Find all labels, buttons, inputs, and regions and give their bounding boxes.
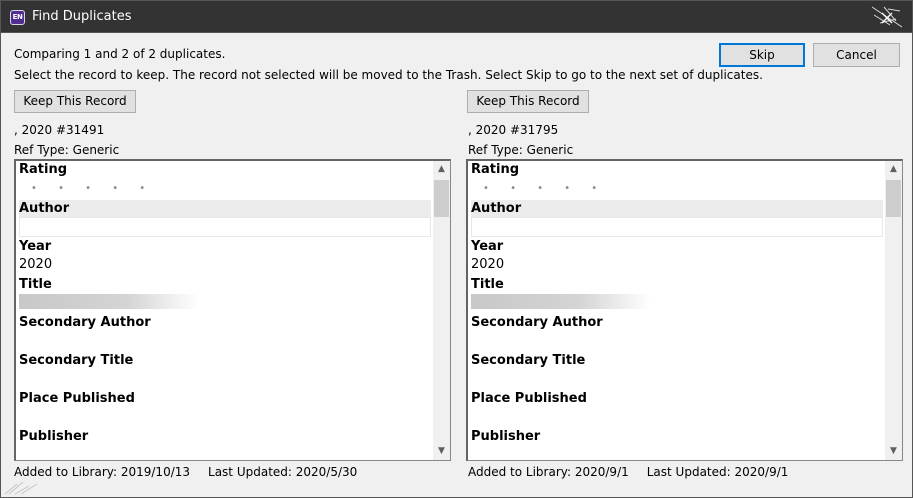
author-header-band (471, 200, 883, 217)
author-field[interactable] (19, 217, 431, 237)
chevron-up-icon[interactable]: ▲ (885, 161, 902, 178)
title-bar: EN Find Duplicates (0, 0, 913, 33)
record-fields-box[interactable]: Rating • • • • • Author Year 2020 Title … (466, 159, 903, 461)
title-value-redacted[interactable] (471, 294, 651, 309)
rating-label: Rating (19, 162, 68, 177)
publisher-label: Publisher (19, 429, 89, 444)
endnote-app-icon: EN (10, 10, 25, 25)
reference-type: Ref Type: Generic (14, 143, 120, 157)
scroll-thumb[interactable] (434, 180, 449, 217)
added-to-library: Added to Library: 2019/10/13 (14, 465, 191, 479)
left-record-panel: Keep This Record , 2020 #31491 Ref Type:… (1, 33, 451, 498)
title-label: Title (471, 277, 504, 292)
vertical-scrollbar[interactable]: ▲ ▼ (885, 161, 902, 460)
author-label: Author (471, 201, 522, 216)
scroll-thumb[interactable] (886, 180, 901, 217)
record-dates: Added to Library: 2020/9/1 Last Updated: … (468, 465, 788, 479)
secondary-author-label: Secondary Author (19, 315, 151, 330)
place-published-label: Place Published (471, 391, 587, 406)
keep-this-record-button-left[interactable]: Keep This Record (14, 90, 136, 113)
vertical-scrollbar[interactable]: ▲ ▼ (433, 161, 450, 460)
publisher-label: Publisher (471, 429, 541, 444)
last-updated: Last Updated: 2020/5/30 (208, 465, 358, 479)
record-fields-box[interactable]: Rating • • • • • Author Year 2020 Title … (14, 159, 451, 461)
author-header-band (19, 200, 431, 217)
window-title: Find Duplicates (32, 9, 132, 24)
rating-label: Rating (471, 162, 520, 177)
chevron-up-icon[interactable]: ▲ (433, 161, 450, 178)
right-record-panel: Keep This Record , 2020 #31795 Ref Type:… (453, 33, 903, 498)
added-to-library: Added to Library: 2020/9/1 (468, 465, 629, 479)
chevron-down-icon[interactable]: ▼ (433, 443, 450, 460)
record-dates: Added to Library: 2019/10/13 Last Updated… (14, 465, 357, 479)
year-label: Year (19, 239, 52, 254)
title-value-redacted[interactable] (19, 294, 199, 309)
title-label: Title (19, 277, 52, 292)
secondary-title-label: Secondary Title (19, 353, 134, 368)
place-published-label: Place Published (19, 391, 135, 406)
close-icon[interactable] (870, 5, 904, 29)
resize-grip-icon[interactable] (3, 480, 43, 496)
chevron-down-icon[interactable]: ▼ (885, 443, 902, 460)
author-field[interactable] (471, 217, 883, 237)
year-value[interactable]: 2020 (19, 257, 52, 272)
reference-id: , 2020 #31795 (468, 123, 559, 137)
rating-stars[interactable]: • • • • • (483, 183, 606, 194)
secondary-author-label: Secondary Author (471, 315, 603, 330)
reference-id: , 2020 #31491 (14, 123, 105, 137)
rating-stars[interactable]: • • • • • (31, 183, 154, 194)
author-label: Author (19, 201, 70, 216)
year-value[interactable]: 2020 (471, 257, 504, 272)
reference-type: Ref Type: Generic (468, 143, 574, 157)
secondary-title-label: Secondary Title (471, 353, 586, 368)
dialog-body: Comparing 1 and 2 of 2 duplicates. Selec… (0, 33, 913, 498)
keep-this-record-button-right[interactable]: Keep This Record (467, 90, 589, 113)
last-updated: Last Updated: 2020/9/1 (646, 465, 789, 479)
year-label: Year (471, 239, 504, 254)
